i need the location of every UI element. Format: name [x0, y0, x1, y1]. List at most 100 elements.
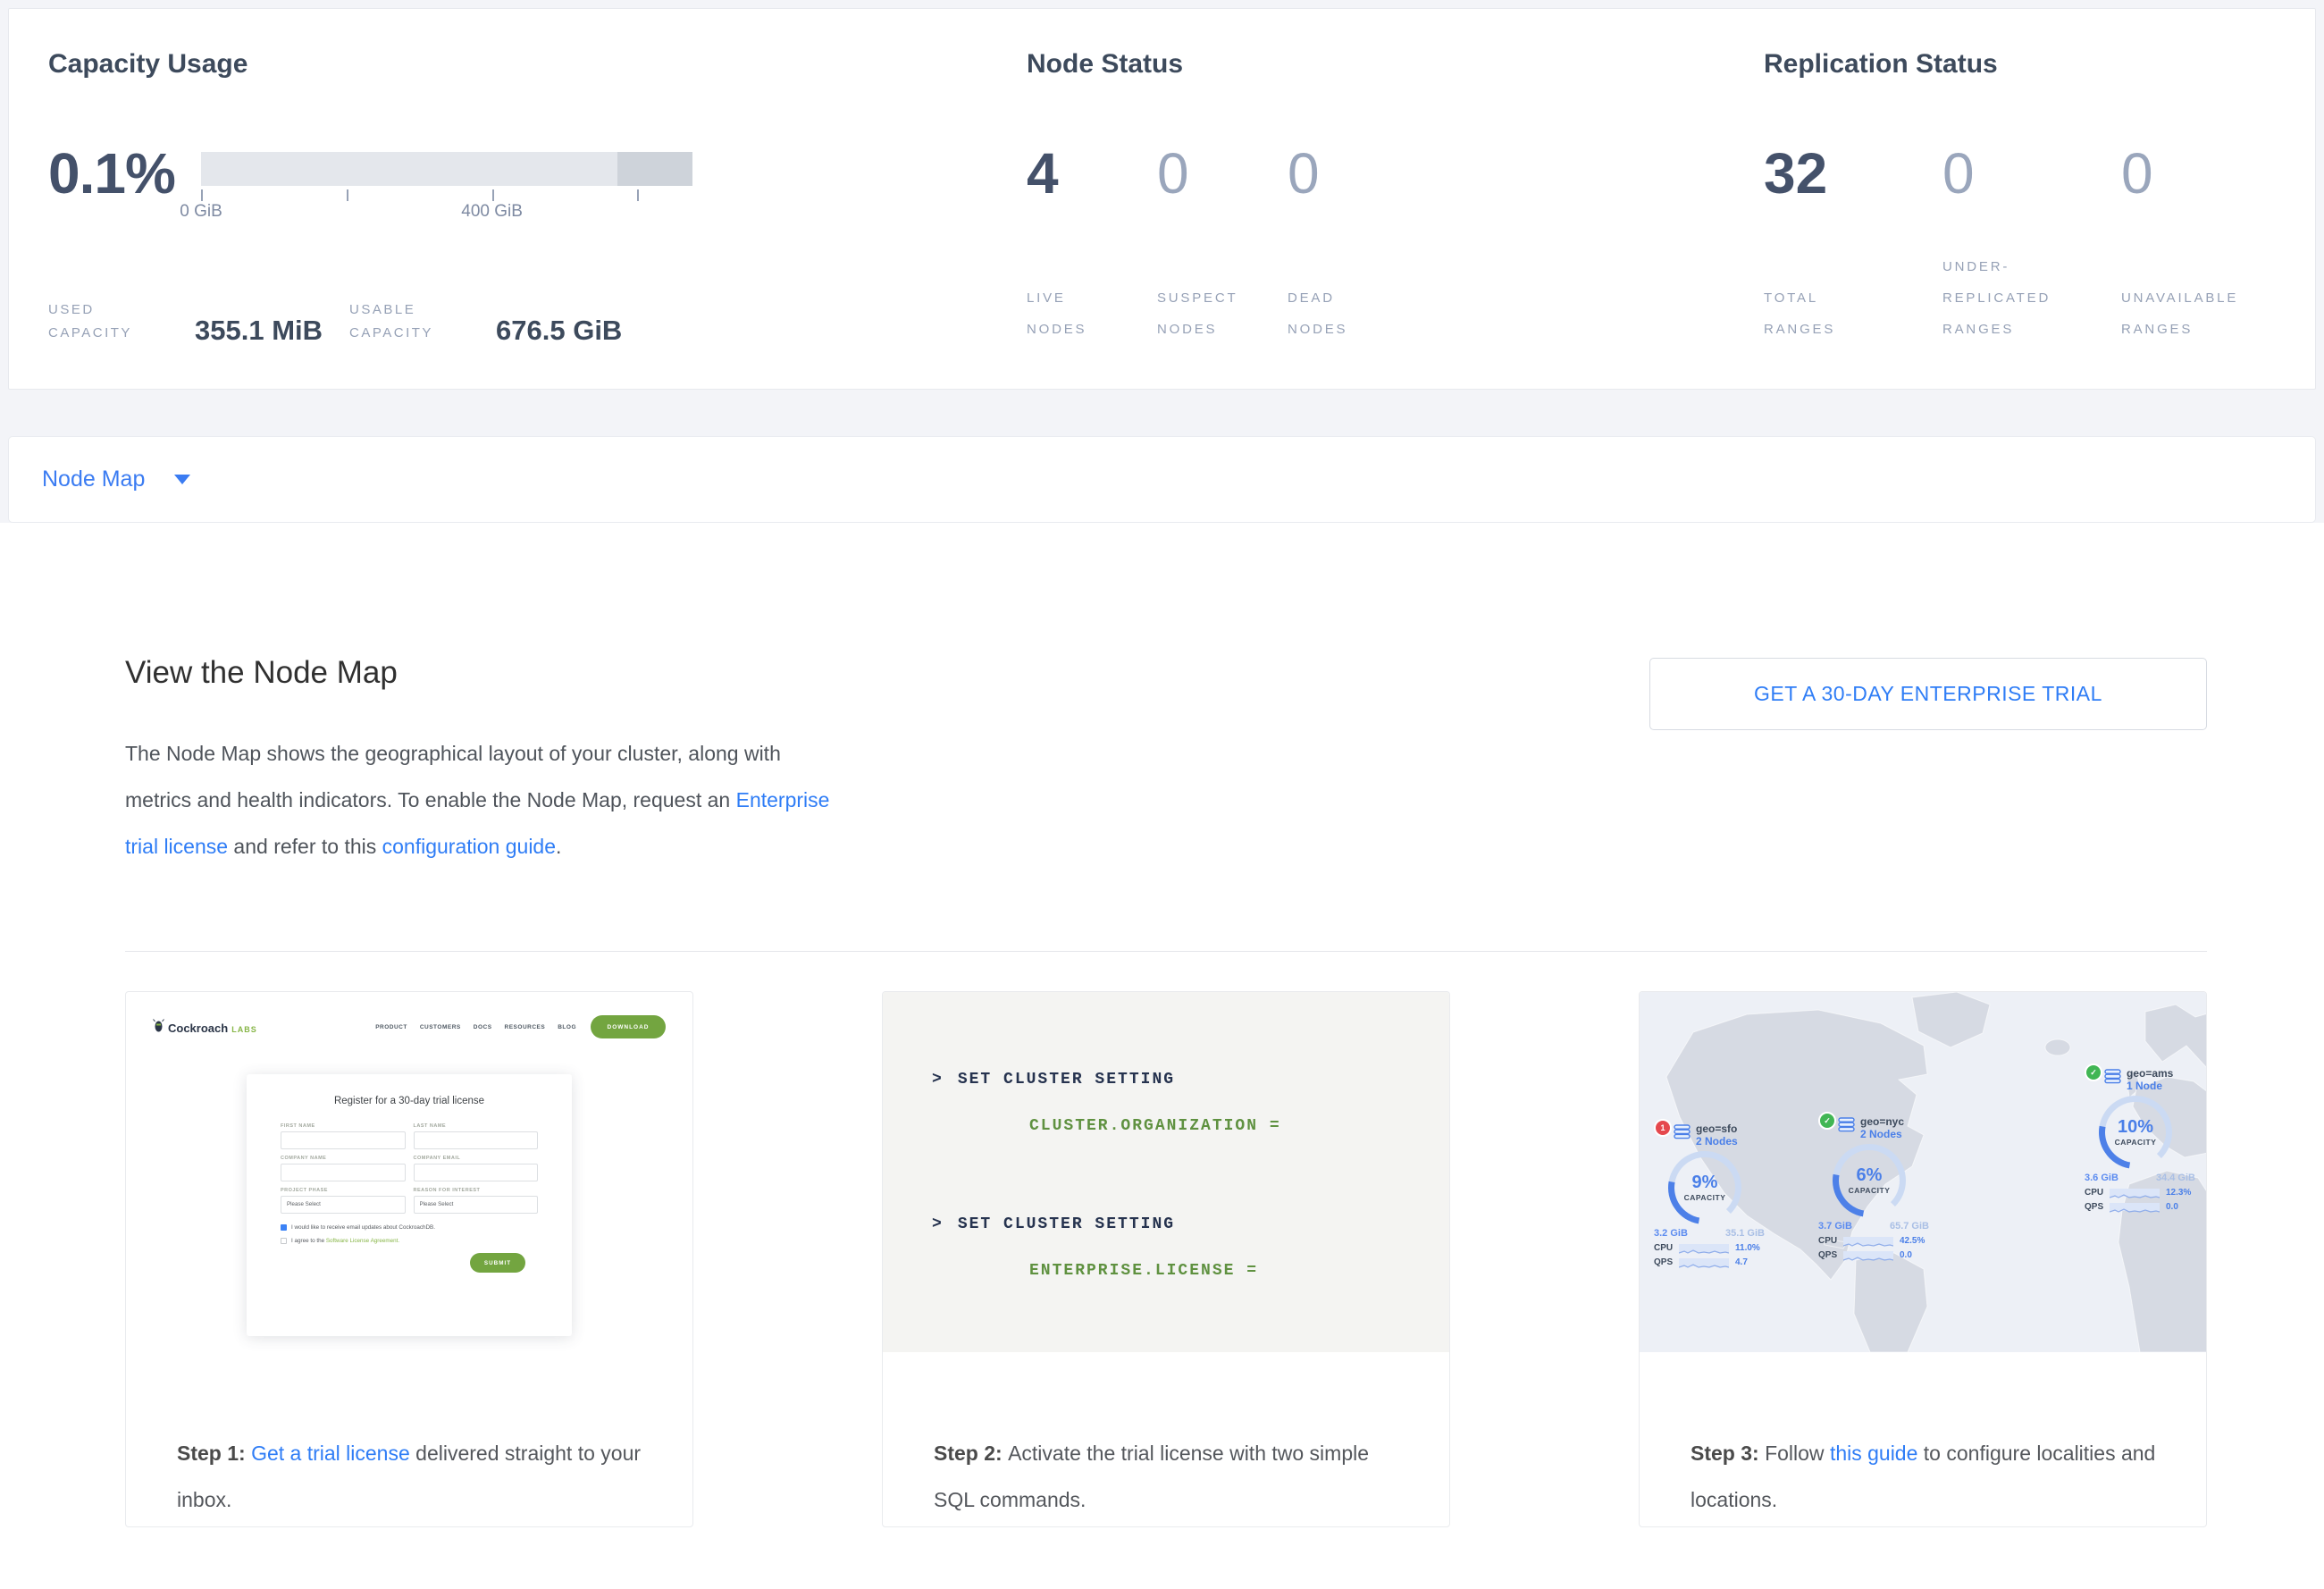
mini-field-label: COMPANY EMAIL	[414, 1156, 539, 1161]
replication-status-metric: 32TOTALRANGES	[1764, 147, 1942, 345]
capacity-gauge: 6%CAPACITY	[1833, 1144, 1906, 1217]
database-nodes-icon	[2104, 1069, 2122, 1089]
qps-row: QPS4.7	[1654, 1257, 1772, 1267]
node-status-value: 0	[1157, 147, 1288, 200]
cpu-value: 42.5%	[1900, 1236, 1925, 1246]
capacity-pair-value: 355.1 MiB	[195, 316, 323, 345]
step1-card: Cockroach LABS PRODUCTCUSTOMERSDOCSRESOU…	[125, 991, 693, 1527]
capacity-gauge: 10% CAPACITY	[2099, 1096, 2172, 1169]
cpu-row: CPU12.3%	[2085, 1188, 2202, 1198]
locality-node-count: 2 Nodes	[1696, 1135, 1738, 1148]
mini-checkbox-license-agreement: I agree to the Software License Agreemen…	[281, 1238, 538, 1244]
sql-code-line: >SET CLUSTER SETTING	[932, 1215, 1175, 1233]
step1-caption: Step 1: Get a trial license delivered st…	[177, 1430, 646, 1523]
node-map-dropdown-label[interactable]: Node Map	[42, 467, 145, 492]
step-link[interactable]: this guide	[1830, 1442, 1917, 1465]
mini-field-label: PROJECT PHASE	[281, 1188, 406, 1193]
capacity-gib-row: 3.2 GiB 35.1 GiB	[1654, 1228, 1765, 1239]
mini-nav-item: DOCS	[474, 1024, 492, 1030]
map-locality-sfo: 1geo=sfo2 Nodes9%CAPACITY3.2 GiB35.1 GiB…	[1654, 1122, 1779, 1267]
step-link[interactable]: Get a trial license	[251, 1442, 410, 1465]
bold-text: Step 2:	[934, 1442, 1008, 1465]
gauge-percent: 10%	[2118, 1118, 2153, 1136]
node-status-value: 4	[1027, 147, 1157, 200]
qps-sparkline	[1679, 1258, 1729, 1266]
description-line: The Node Map shows the geographical layo…	[125, 730, 2207, 777]
healthy-check-icon: ✓	[1818, 1112, 1836, 1130]
capacity-total-value: 35.1 GiB	[1725, 1228, 1765, 1239]
capacity-bar-reserved-segment	[617, 152, 692, 186]
locality-name: geo=sfo	[1696, 1122, 1738, 1135]
qps-row: QPS0.0	[2085, 1202, 2202, 1212]
node-map-promo-section: View the Node Map The Node Map shows the…	[0, 523, 2324, 1527]
enterprise-trial-button[interactable]: GET A 30-DAY ENTERPRISE TRIAL	[1649, 658, 2207, 730]
capacity-percent-value: 0.1%	[48, 147, 201, 200]
mini-submit-button: SUBMIT	[470, 1253, 525, 1273]
mini-nav-item: PRODUCT	[375, 1024, 407, 1030]
chevron-down-icon	[174, 475, 190, 484]
mini-nav-item: RESOURCES	[505, 1024, 546, 1030]
database-nodes-icon	[1674, 1124, 1691, 1144]
description-link[interactable]: configuration guide	[382, 835, 556, 858]
map-locality-ams: ✓geo=ams1 Node10%CAPACITY3.6 GiB34.4 GiB…	[2085, 1067, 2207, 1212]
text: and refer to this	[228, 835, 382, 858]
qps-value: 0.0	[2166, 1202, 2178, 1212]
mini-form-field: REASON FOR INTERESTPlease Select	[414, 1181, 539, 1214]
map-locality-nyc: ✓geo=nyc2 Nodes6%CAPACITY3.7 GiB65.7 GiB…	[1818, 1115, 1943, 1260]
replication-status-value: 32	[1764, 147, 1942, 200]
node-status-metric: 0DEADNODES	[1288, 147, 1418, 345]
qps-label: QPS	[1818, 1250, 1843, 1260]
gauge-capacity-label: CAPACITY	[2115, 1138, 2157, 1147]
sql-code: SET CLUSTER SETTING	[958, 1215, 1175, 1233]
capacity-axis-ticks	[201, 186, 692, 202]
description-link[interactable]: Enterprise	[736, 788, 830, 811]
mini-input	[281, 1164, 406, 1181]
trial-license-form: Register for a 30-day trial license FIRS…	[247, 1074, 572, 1336]
description-link[interactable]: trial license	[125, 835, 228, 858]
mini-license-link: Software License Agreement.	[326, 1238, 399, 1244]
cluster-summary-zone: Capacity Usage 0.1%	[0, 0, 2324, 523]
replication-status-section: Replication Status 32TOTALRANGES0UNDER-R…	[1750, 48, 2300, 357]
mini-form-title: Register for a 30-day trial license	[281, 1096, 538, 1106]
capacity-used-value: 3.2 GiB	[1654, 1228, 1688, 1239]
sql-code: CLUSTER.ORGANIZATION =	[1029, 1117, 1281, 1135]
error-badge-icon: 1	[1654, 1119, 1672, 1137]
replication-status-title: Replication Status	[1764, 48, 2300, 80]
node-status-title: Node Status	[1027, 48, 1750, 80]
description-line: trial license and refer to this configur…	[125, 823, 2207, 870]
bold-text: Step 1:	[177, 1442, 251, 1465]
node-status-label: LIVENODES	[1027, 282, 1157, 345]
capacity-total-value: 65.7 GiB	[1890, 1221, 1929, 1232]
checkbox-empty-icon	[281, 1238, 287, 1244]
node-map-preview: 1geo=sfo2 Nodes9%CAPACITY3.2 GiB35.1 GiB…	[1640, 992, 2207, 1352]
locality-node-count: 2 Nodes	[1860, 1128, 1904, 1140]
mini-form-field: FIRST NAME	[281, 1117, 406, 1149]
locality-name: geo=nyc	[1860, 1115, 1904, 1128]
qps-value: 4.7	[1735, 1257, 1748, 1267]
axis-label-400: 400 GiB	[461, 202, 523, 222]
capacity-usage-title: Capacity Usage	[48, 48, 1027, 80]
mini-form-field: LAST NAME	[414, 1117, 539, 1149]
replication-status-value: 0	[1942, 147, 2121, 200]
capacity-detail-pairs: USEDCAPACITY355.1 MiBUSABLECAPACITY676.5…	[48, 298, 1027, 345]
gauge-percent: 9%	[1692, 1173, 1718, 1191]
cpu-label: CPU	[1654, 1243, 1679, 1253]
description-line: metrics and health indicators. To enable…	[125, 777, 2207, 823]
node-map-dropdown[interactable]: Node Map	[8, 436, 2316, 523]
axis-label-zero: 0 GiB	[180, 202, 222, 222]
cpu-row: CPU11.0%	[1654, 1243, 1772, 1253]
cockroach-logo-icon	[153, 1019, 164, 1032]
sql-commands-illustration: >SET CLUSTER SETTINGCLUSTER.ORGANIZATION…	[883, 992, 1449, 1352]
text: Follow	[1765, 1442, 1830, 1465]
locality-node-count: 1 Node	[2127, 1080, 2173, 1092]
mini-input	[414, 1164, 539, 1181]
mini-checkbox-email-updates: I would like to receive email updates ab…	[281, 1224, 538, 1231]
text: .	[556, 835, 561, 858]
replication-status-value: 0	[2121, 147, 2300, 200]
mini-site-nav: PRODUCTCUSTOMERSDOCSRESOURCESBLOG	[375, 1024, 576, 1030]
mini-download-button: DOWNLOAD	[591, 1015, 666, 1038]
qps-value: 0.0	[1900, 1250, 1912, 1260]
replication-status-label: UNDER-REPLICATEDRANGES	[1942, 251, 2121, 345]
cpu-row: CPU42.5%	[1818, 1236, 1936, 1246]
sql-prompt: >	[932, 1071, 944, 1089]
